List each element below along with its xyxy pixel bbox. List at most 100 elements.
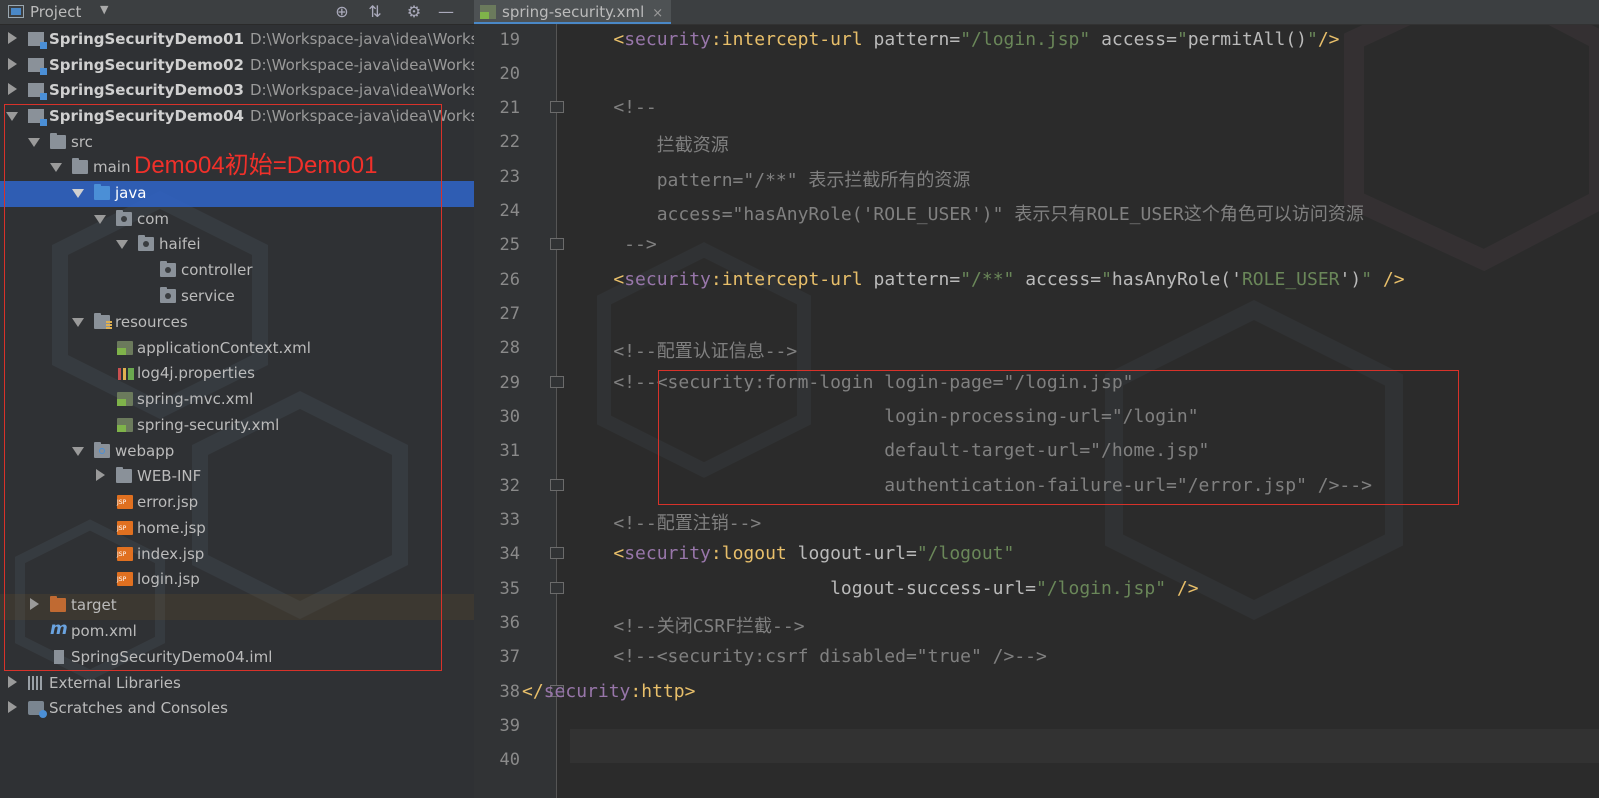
chevron-down-icon[interactable]: [116, 240, 128, 249]
code-line-30: login-processing-url="/login": [570, 406, 1199, 427]
line-number: 20: [499, 64, 520, 84]
tree-item-resources[interactable]: resources: [0, 310, 474, 336]
package-icon: [138, 235, 154, 251]
code-line-32: authentication-failure-url="/error.jsp" …: [570, 475, 1372, 496]
tree-item-springsecuritydemo02[interactable]: SpringSecurityDemo02 D:\Workspace-java\id…: [0, 53, 474, 79]
libraries-icon: [28, 676, 44, 690]
tab-spring-security-xml[interactable]: spring-security.xml ×: [474, 0, 672, 24]
package-icon: [160, 287, 176, 303]
tree-item-service[interactable]: service: [0, 284, 474, 310]
tree-item-error-jsp[interactable]: error.jsp: [0, 490, 474, 516]
tree-item-haifei[interactable]: haifei: [0, 232, 474, 258]
tree-item-external-libraries[interactable]: External Libraries: [0, 671, 474, 697]
tree-item-pom-xml[interactable]: m pom.xml: [0, 619, 474, 645]
tree-item-label: SpringSecurityDemo04: [49, 107, 244, 125]
chevron-down-icon[interactable]: [72, 318, 84, 327]
web-folder-icon: [94, 442, 110, 458]
line-number: 33: [499, 510, 520, 530]
tree-item-login-jsp[interactable]: login.jsp: [0, 567, 474, 593]
fold-marker-icon[interactable]: [550, 479, 564, 491]
code-area[interactable]: <security:intercept-url pattern="/login.…: [522, 24, 1599, 798]
chevron-down-icon[interactable]: [94, 215, 106, 224]
line-number: 23: [499, 167, 520, 187]
tree-item-label: pom.xml: [71, 622, 137, 640]
line-number: 19: [499, 30, 520, 50]
folder-icon: [50, 133, 66, 149]
xml-file-icon: [117, 418, 133, 432]
tree-item-iml[interactable]: SpringSecurityDemo04.iml: [0, 645, 474, 671]
code-editor[interactable]: spring-security.xml × 19 20 21 22 23 24 2…: [474, 0, 1599, 798]
tree-item-controller[interactable]: controller: [0, 258, 474, 284]
close-icon[interactable]: ×: [652, 6, 663, 21]
chevron-down-icon[interactable]: [28, 138, 40, 147]
tree-item-label: External Libraries: [49, 674, 181, 692]
tree-item-label: error.jsp: [137, 493, 199, 511]
chevron-down-icon[interactable]: [6, 112, 18, 121]
tree-item-com[interactable]: com: [0, 207, 474, 233]
excluded-folder-icon: [50, 596, 66, 612]
chevron-right-icon[interactable]: [8, 32, 17, 44]
package-icon: [116, 210, 132, 226]
tree-item-path: D:\Workspace-java\idea\Workspa: [249, 30, 474, 48]
tree-item-path: D:\Workspace-java\idea\Workspa: [249, 107, 474, 125]
xml-file-icon: [117, 341, 133, 355]
tree-item-web-inf[interactable]: WEB-INF: [0, 464, 474, 490]
chevron-right-icon[interactable]: [8, 701, 17, 713]
tree-item-applicationcontext-xml[interactable]: applicationContext.xml: [0, 336, 474, 362]
tree-item-label: WEB-INF: [137, 467, 202, 485]
fold-marker-icon[interactable]: [550, 101, 564, 113]
chevron-right-icon[interactable]: [30, 598, 39, 610]
chevron-down-icon[interactable]: [50, 163, 62, 172]
tree-item-index-jsp[interactable]: index.jsp: [0, 542, 474, 568]
tree-item-spring-mvc-xml[interactable]: spring-mvc.xml: [0, 387, 474, 413]
minimize-icon[interactable]: —: [435, 1, 457, 23]
chevron-right-icon[interactable]: [8, 58, 17, 70]
tree-item-label: spring-mvc.xml: [137, 390, 254, 408]
tree-item-target[interactable]: target: [0, 593, 474, 619]
tree-item-home-jsp[interactable]: home.jsp: [0, 516, 474, 542]
tree-item-log4j-properties[interactable]: log4j.properties: [0, 361, 474, 387]
code-line-37: <!--<security:csrf disabled="true" />-->: [570, 646, 1047, 667]
line-number: 21: [499, 98, 520, 118]
tree-item-spring-security-xml[interactable]: spring-security.xml: [0, 413, 474, 439]
code-line-29: <!--<security:form-login login-page="/lo…: [570, 372, 1134, 393]
gear-icon[interactable]: ⚙: [403, 1, 425, 23]
code-line-23: pattern="/**" 表示拦截所有的资源: [570, 170, 971, 191]
package-icon: [160, 261, 176, 277]
tree-item-label: Scratches and Consoles: [49, 699, 228, 717]
maven-icon: m: [50, 619, 68, 639]
chevron-down-icon[interactable]: ▼: [100, 3, 108, 16]
chevron-down-icon[interactable]: [72, 447, 84, 456]
fold-marker-icon[interactable]: [550, 582, 564, 594]
chevron-down-icon[interactable]: [72, 189, 84, 198]
chevron-right-icon[interactable]: [8, 83, 17, 95]
jsp-file-icon: [117, 547, 133, 561]
tree-item-springsecuritydemo01[interactable]: SpringSecurityDemo01 D:\Workspace-java\id…: [0, 27, 474, 53]
code-line-24: access="hasAnyRole('ROLE_USER')" 表示只有ROL…: [570, 204, 1364, 225]
code-line-33: <!--配置注销-->: [570, 513, 762, 534]
tree-item-label: service: [181, 287, 235, 305]
tree-item-label: log4j.properties: [137, 364, 255, 382]
fold-marker-icon[interactable]: [550, 547, 564, 559]
tree-item-label: haifei: [159, 235, 201, 253]
tree-item-label: controller: [181, 261, 253, 279]
chevron-right-icon[interactable]: [96, 469, 105, 481]
tree-item-label: com: [137, 210, 170, 228]
tree-item-scratches[interactable]: Scratches and Consoles: [0, 696, 474, 722]
tree-item-label: webapp: [115, 442, 175, 460]
source-folder-icon: [94, 184, 110, 200]
fold-marker-icon[interactable]: [550, 238, 564, 250]
tree-item-label: index.jsp: [137, 545, 205, 563]
tree-item-springsecuritydemo03[interactable]: SpringSecurityDemo03 D:\Workspace-java\id…: [0, 78, 474, 104]
crosshair-icon[interactable]: ⊕: [331, 1, 353, 23]
tree-item-springsecuritydemo04[interactable]: SpringSecurityDemo04 D:\Workspace-java\id…: [0, 104, 474, 130]
module-icon: [28, 83, 47, 100]
tree-item-label: main: [93, 158, 131, 176]
tree-item-label: SpringSecurityDemo04.iml: [71, 648, 273, 666]
fold-marker-icon[interactable]: [550, 376, 564, 388]
tree-item-webapp[interactable]: webapp: [0, 439, 474, 465]
chevron-right-icon[interactable]: [8, 676, 17, 688]
project-title[interactable]: Project: [30, 3, 81, 21]
tree-item-java[interactable]: java: [0, 181, 474, 207]
collapse-icon[interactable]: ⇅: [364, 1, 386, 23]
